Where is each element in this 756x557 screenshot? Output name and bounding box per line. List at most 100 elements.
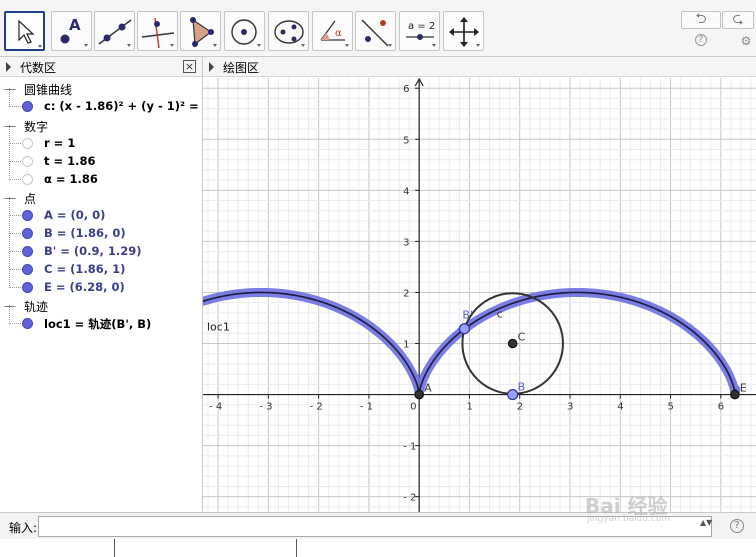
category-number[interactable]: — 数字 [0,117,200,135]
geogebra-window: A α a = 2 ⮌ ⮎ ? ⚙ 代数区 × — 圆锥曲线 c: (x - 1… [0,0,756,557]
category-label: 点 [24,192,37,206]
graphics-view-header: 绘图区 [203,57,756,77]
object-definition: B = (1.86, 0) [44,226,126,240]
tree-branch [9,125,21,144]
category-point[interactable]: — 点 [0,189,200,207]
object-definition: B' = (0.9, 1.29) [44,244,142,258]
list-item[interactable]: B = (1.86, 0) [0,215,200,243]
x-tick-label: - 1 [360,402,373,413]
bottom-strip [0,539,756,557]
visibility-toggle[interactable] [22,156,33,167]
visibility-toggle[interactable] [22,246,33,257]
visibility-toggle[interactable] [22,264,33,275]
object-definition: E = (6.28, 0) [44,280,125,294]
x-tick-label: 2 [517,402,523,413]
circle-tool-button[interactable] [224,11,265,51]
pointer-icon [18,19,42,48]
list-item[interactable]: t = 1.86 [0,143,200,171]
category-locus[interactable]: — 轨迹 [0,297,200,315]
reflect-line-icon [361,19,392,47]
coordinate-plane[interactable]: - 4 - 3 - 2 - 1 0 1 2 3 4 5 6 - 2 - 1 1 2 3 4 5 6 loc1 c A B… [203,78,756,512]
undo-button[interactable]: ⮌ [681,11,721,29]
visibility-toggle[interactable] [22,138,33,149]
list-item[interactable]: B' = (0.9, 1.29) [0,233,200,261]
input-history-spinner[interactable]: ▲▼ [700,519,712,527]
input-help-icon[interactable]: ? [730,519,744,533]
object-definition: t = 1.86 [44,154,96,168]
tree-branch [9,161,21,180]
object-definition: loc1 = 轨迹(B', B) [44,317,152,331]
algebra-view-header: 代数区 × [0,57,202,77]
list-item[interactable]: E = (6.28, 0) [0,269,200,297]
construction[interactable]: c A B B' C E [414,292,747,401]
list-item[interactable]: r = 1 [0,125,200,153]
help-icon[interactable]: ? [695,34,707,46]
close-algebra-view-button[interactable]: × [183,60,196,73]
visibility-toggle[interactable] [22,174,33,185]
reflect-tool-button[interactable] [355,11,396,51]
angle-tool-button[interactable]: α [312,11,353,51]
redo-icon: ⮎ [732,11,744,27]
point-label: B [518,381,526,394]
locus-label: loc1 [207,321,230,334]
move-tool-button[interactable] [4,11,45,51]
perpendicular-tool-button[interactable] [137,11,178,51]
point-label: B' [462,309,473,322]
y-tick-label: 6 [403,84,409,95]
toolbar: A α a = 2 ⮌ ⮎ ? ⚙ [0,0,756,57]
slider-tool-button[interactable]: a = 2 [399,11,440,51]
y-tick-label: - 1 [403,442,416,453]
x-tick-label: 6 [718,402,724,413]
list-item[interactable]: A = (0, 0) [0,197,200,225]
tree-branch [9,143,21,162]
visibility-toggle[interactable] [22,210,33,221]
perpendicular-line-icon [141,17,175,49]
y-tick-label: 3 [403,237,409,248]
object-definition: r = 1 [44,136,76,150]
graphics-view: 绘图区 - 4 - 3 - 2 - 1 0 1 2 3 4 5 6 - 2 - 1 1 2 3 4 5 6 loc1… [203,57,756,512]
polygon-icon [190,17,217,47]
slider-tool-label: a = 2 [408,21,435,32]
polygon-tool-button[interactable] [180,11,221,51]
x-tick-label: 4 [617,402,623,413]
y-tick-label: 5 [403,135,409,146]
tree-branch [9,269,21,288]
list-item[interactable]: α = 1.86 [0,161,200,189]
point-label: A [424,382,432,395]
visibility-toggle[interactable] [22,228,33,239]
object-definition: α = 1.86 [44,172,98,186]
list-item[interactable]: C = (1.86, 1) [0,251,200,279]
y-tick-label: 2 [403,288,409,299]
category-conic[interactable]: — 圆锥曲线 [0,80,200,98]
x-tick-label: 3 [567,402,573,413]
collapse-triangle-icon[interactable] [6,62,11,72]
algebra-view-title: 代数区 [20,61,57,75]
category-label: 轨迹 [24,300,49,314]
object-definition: C = (1.86, 1) [44,262,126,276]
algebra-view: 代数区 × — 圆锥曲线 c: (x - 1.86)² + (y - 1)² =… [0,57,211,512]
ellipse-tool-button[interactable] [268,11,309,51]
list-item[interactable]: c: (x - 1.86)² + (y - 1)² = 1 [0,88,211,116]
close-icon: × [184,60,195,73]
divider [114,539,115,557]
line-tool-button[interactable] [94,11,135,51]
circle-center-point-icon [231,19,261,47]
visibility-toggle[interactable] [22,318,33,329]
watermark-subtext: jingyan.baidu.com [587,514,671,524]
input-label: 输入: [9,521,38,535]
graphics-view-title: 绘图区 [223,61,260,75]
move-view-tool-button[interactable] [443,11,484,51]
list-item[interactable]: loc1 = 轨迹(B', B) [0,305,200,333]
redo-button[interactable]: ⮎ [722,11,754,29]
collapse-triangle-icon[interactable] [209,62,214,72]
x-tick-label: - 3 [259,402,272,413]
point-tool-button[interactable]: A [51,11,92,51]
ellipse-icon [274,20,305,47]
tree-branch [9,215,21,234]
x-tick-label: 5 [668,402,674,413]
point-B [507,388,519,401]
gear-icon[interactable]: ⚙ [739,34,753,48]
object-definition: A = (0, 0) [44,208,106,222]
visibility-toggle[interactable] [22,101,33,112]
visibility-toggle[interactable] [22,282,33,293]
